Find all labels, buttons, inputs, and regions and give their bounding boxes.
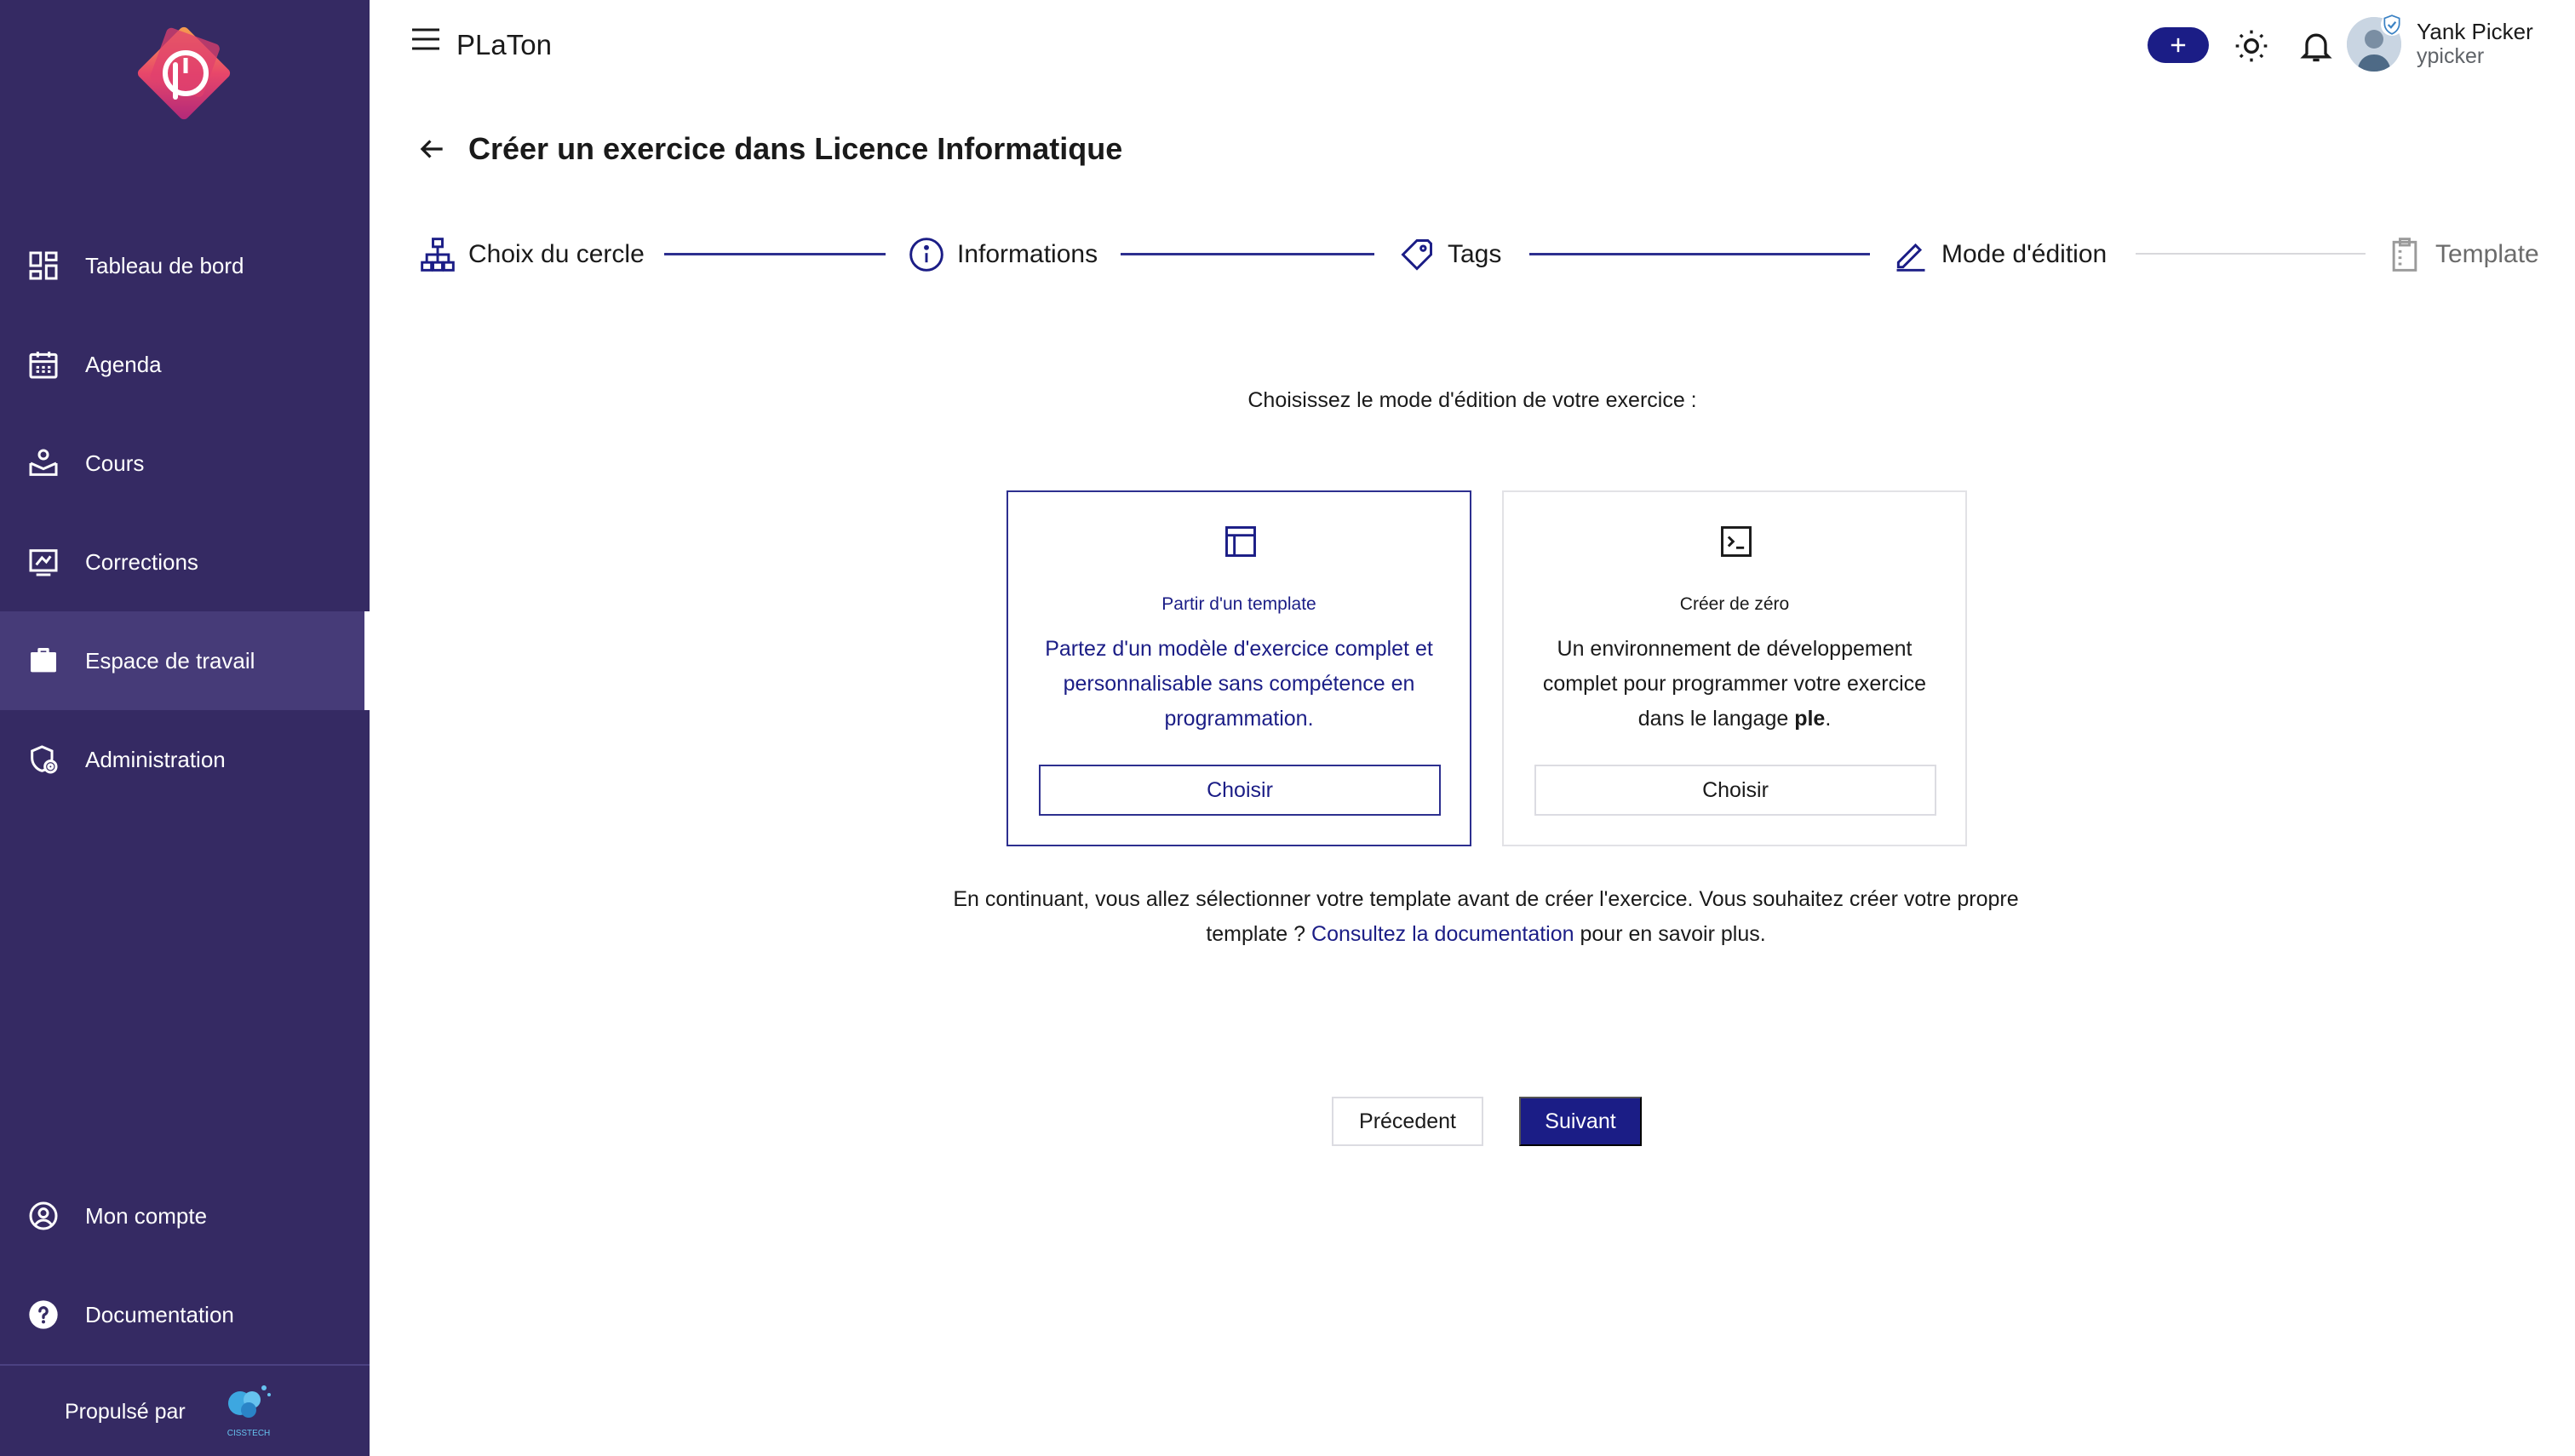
step-choix-du-cercle[interactable]: Choix du cercle [417, 232, 645, 278]
sidebar-item-label: Tableau de bord [85, 252, 244, 278]
verified-badge-icon [2381, 14, 2403, 36]
sidebar-item-account[interactable]: Mon compte [0, 1167, 370, 1265]
edit-mode-prompt: Choisissez le mode d'édition de votre ex… [0, 388, 2575, 413]
card-title: Créer de zéro [1679, 594, 1790, 614]
choose-template-button[interactable]: Choisir [1039, 765, 1441, 816]
briefcase-icon [26, 643, 61, 679]
next-button[interactable]: Suivant [1519, 1097, 1642, 1146]
user-name: Yank Picker [2417, 19, 2533, 44]
step-connector [2136, 253, 2366, 255]
card-description-end: . [1825, 707, 1832, 731]
admin-icon [26, 742, 61, 777]
terminal-icon [1718, 523, 1755, 560]
sun-icon [2235, 30, 2268, 62]
tag-icon [1396, 234, 1437, 275]
calendar-icon [26, 347, 61, 382]
sidebar-item-label: Corrections [85, 548, 198, 575]
card-title: Partir d'un template [1161, 594, 1316, 614]
documentation-link[interactable]: Consultez la documentation [1311, 922, 1574, 946]
scratch-mode-card[interactable]: Créer de zéro Un environnement de dévelo… [1502, 490, 1967, 846]
platon-logo[interactable] [131, 20, 237, 126]
step-connector [1121, 253, 1374, 255]
account-icon [26, 1198, 61, 1234]
dashboard-icon [26, 248, 61, 284]
info-text-end: pour en savoir plus. [1574, 922, 1766, 946]
sidebar-item-label: Agenda [85, 351, 162, 377]
edit-icon [1890, 234, 1931, 275]
info-text: En continuant, vous allez sélectionner v… [945, 882, 2027, 952]
step-connector [1529, 253, 1870, 255]
theme-toggle-button[interactable] [2233, 27, 2270, 65]
language-name: ple [1794, 707, 1826, 731]
step-tags[interactable]: Tags [1396, 232, 1501, 278]
cisstech-logo[interactable]: CISSTECH [215, 1378, 283, 1446]
notifications-button[interactable] [2297, 27, 2335, 65]
page-title: Créer un exercice dans Licence Informati… [468, 131, 1123, 166]
step-connector [664, 253, 886, 255]
step-mode-edition[interactable]: Mode d'édition [1890, 232, 2107, 278]
back-button[interactable] [416, 133, 448, 165]
step-label: Choix du cercle [468, 240, 645, 268]
app-title: PLaTon [456, 29, 552, 60]
clipboard-icon [2384, 234, 2425, 275]
step-label: Template [2435, 240, 2539, 268]
sidebar-item-label: Documentation [85, 1301, 234, 1327]
cisstech-wordmark: CISSTECH [227, 1429, 271, 1438]
template-mode-card[interactable]: Partir d'un template Partez d'un modèle … [1006, 490, 1471, 846]
sidebar-item-corrections[interactable]: Corrections [0, 513, 370, 611]
step-informations[interactable]: Informations [906, 232, 1098, 278]
sidebar-item-label: Espace de travail [85, 647, 255, 674]
card-description-text: Un environnement de développement comple… [1542, 637, 1927, 731]
bell-icon [2300, 33, 2332, 62]
sidebar-item-label: Mon compte [85, 1202, 208, 1229]
sidebar-divider [0, 1364, 370, 1366]
card-description: Partez d'un modèle d'exercice complet et… [1045, 637, 1433, 731]
step-label: Informations [957, 240, 1098, 268]
help-icon [26, 1297, 61, 1333]
card-description: Un environnement de développement comple… [1529, 632, 1940, 737]
corrections-icon [26, 544, 61, 580]
menu-icon[interactable] [409, 26, 443, 53]
info-icon [906, 234, 947, 275]
previous-button[interactable]: Précedent [1332, 1097, 1483, 1146]
template-icon [1222, 523, 1259, 560]
step-template: Template [2384, 232, 2539, 278]
prompt-text: Choisissez le mode d'édition de votre ex… [1247, 388, 1697, 412]
user-handle: ypicker [2417, 44, 2485, 68]
sidebar-item-cours[interactable]: Cours [0, 414, 370, 513]
hierarchy-icon [417, 234, 458, 275]
arrow-left-icon [420, 140, 443, 158]
step-label: Mode d'édition [1941, 240, 2108, 268]
sidebar: Tableau de bord Agenda Cours Corrections… [0, 0, 370, 1456]
choose-scratch-button[interactable]: Choisir [1534, 765, 1936, 816]
step-label: Tags [1448, 240, 1502, 268]
add-button[interactable] [2148, 27, 2209, 63]
sidebar-item-documentation[interactable]: Documentation [0, 1265, 370, 1364]
course-icon [26, 445, 61, 481]
sidebar-item-label: Cours [85, 450, 145, 476]
plus-icon [2171, 37, 2186, 53]
sidebar-item-administration[interactable]: Administration [0, 710, 370, 809]
sidebar-item-dashboard[interactable]: Tableau de bord [0, 216, 370, 315]
powered-by-label: Propulsé par [65, 1400, 186, 1424]
sidebar-item-label: Administration [85, 746, 226, 772]
sidebar-item-workspace[interactable]: Espace de travail [0, 611, 370, 710]
